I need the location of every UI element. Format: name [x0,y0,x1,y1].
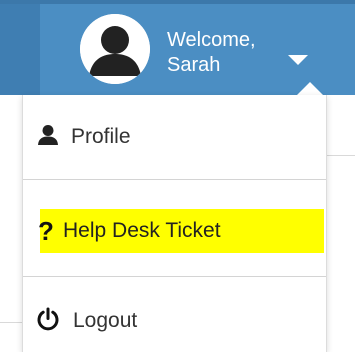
user-avatar-icon[interactable] [80,14,150,84]
menu-item-help-desk-ticket[interactable]: ? Help Desk Ticket [23,201,326,261]
menu-divider [23,276,326,277]
menu-item-profile[interactable]: Profile [23,107,326,167]
welcome-text[interactable]: Welcome, [167,28,256,52]
background-divider [0,322,22,323]
background-divider [325,155,355,156]
menu-item-label: Help Desk Ticket [63,219,221,242]
question-icon: ? [38,216,54,249]
user-icon [37,124,59,151]
svg-text:?: ? [38,218,54,244]
navbar-left-section [0,0,40,95]
menu-item-logout[interactable]: Logout [23,291,326,351]
chevron-down-icon[interactable] [288,55,308,65]
menu-item-label: Logout [73,309,138,332]
menu-item-label: Profile [71,125,131,148]
dropdown-pointer [296,82,324,96]
user-dropdown-menu: Profile ? Help Desk Ticket Logout [22,95,327,352]
user-name[interactable]: Sarah [167,53,220,77]
power-icon [36,307,60,336]
menu-divider [23,179,326,180]
